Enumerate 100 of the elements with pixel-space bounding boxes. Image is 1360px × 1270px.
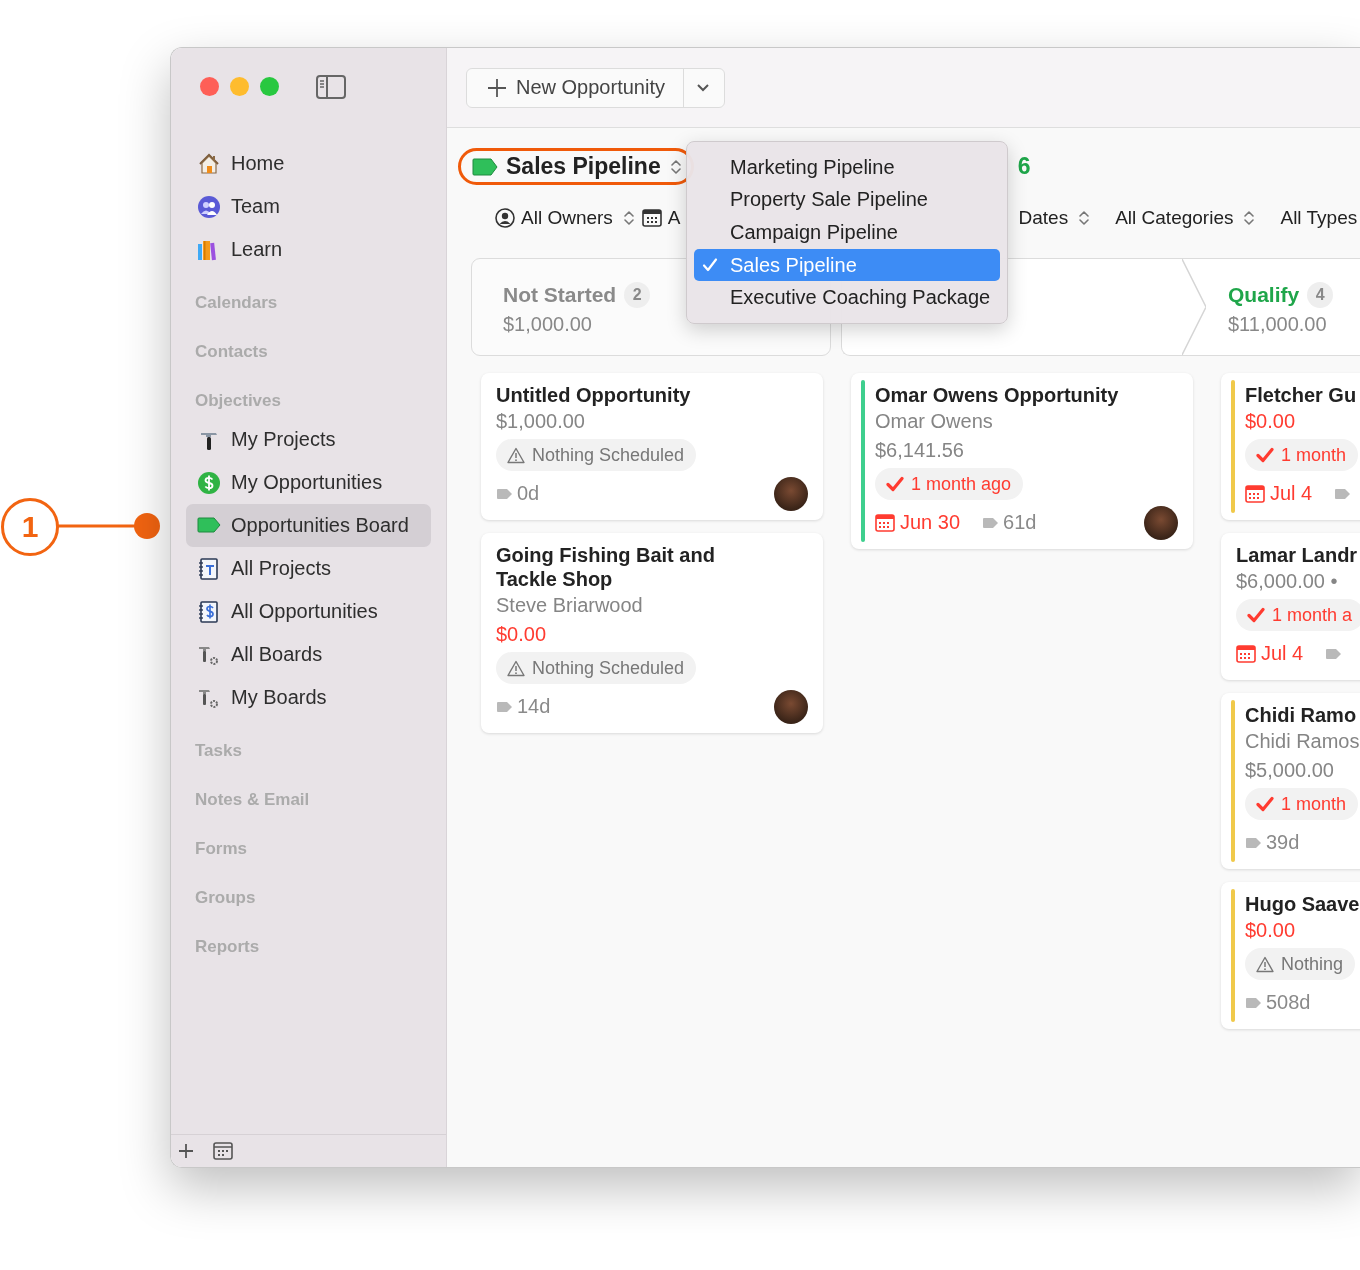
sidebar-item[interactable]: Learn xyxy=(186,228,431,271)
status-badge: 1 month a xyxy=(1236,599,1360,631)
tag-icon xyxy=(496,700,513,713)
sidebar-item[interactable]: Opportunities Board xyxy=(186,504,431,547)
warning-icon xyxy=(507,446,525,464)
age: 61d xyxy=(1003,511,1037,534)
filter-dropdown[interactable]: All Owners xyxy=(495,207,636,229)
notebook-icon xyxy=(197,599,221,624)
calendar-icon[interactable] xyxy=(213,1142,233,1160)
tag-icon xyxy=(982,516,1000,529)
sidebar-item[interactable]: All Boards xyxy=(186,633,431,676)
count-badge: 2 xyxy=(624,282,651,308)
warning-icon xyxy=(507,659,525,677)
filter-dropdown[interactable]: All Types xyxy=(1280,207,1358,229)
tag-icon xyxy=(496,487,513,500)
filter-dropdown[interactable]: A xyxy=(641,207,681,229)
section-header: Tasks xyxy=(195,741,242,761)
age: 39d xyxy=(1266,831,1300,854)
status-badge: 1 month xyxy=(1245,439,1359,471)
callout-number: 1 xyxy=(1,498,59,556)
tag-icon xyxy=(1245,996,1262,1009)
check-icon xyxy=(1247,607,1265,623)
chevron-down-icon[interactable] xyxy=(695,82,710,93)
opportunity-card[interactable]: Untitled Opportunity $1,000.00 Nothing Scheduled 0d xyxy=(481,373,823,520)
stage-total: $11,000.00 xyxy=(1228,312,1327,337)
tag-icon xyxy=(1334,487,1352,500)
opportunity-card[interactable]: Omar Owens Opportunity Omar Owens $6,141.56 1 month ago Jun 30 61d xyxy=(851,373,1193,549)
check-icon xyxy=(886,476,904,492)
menu-item[interactable]: Property Sale Pipeline xyxy=(694,183,1000,217)
due-date: Jul 4 xyxy=(1261,642,1304,665)
opportunity-card[interactable]: Lamar Landr $6,000.00 • 1 month a Jul 4 xyxy=(1221,533,1360,680)
sidebar-item[interactable]: My Projects xyxy=(186,418,431,461)
sidebar-item[interactable]: All Projects xyxy=(186,547,431,590)
calendar-icon xyxy=(1245,484,1265,503)
people-icon xyxy=(197,194,221,219)
tag-icon xyxy=(1325,647,1343,660)
filter-dropdown[interactable]: All Categories xyxy=(1115,207,1257,229)
amount: $0.00 xyxy=(1245,409,1296,434)
sidebar-toggle-icon[interactable] xyxy=(316,75,346,99)
calendar-icon xyxy=(641,209,662,227)
stage-name: Not Started xyxy=(503,283,617,307)
sidebar-item[interactable]: My Boards xyxy=(186,676,431,719)
chevron-updown-icon xyxy=(668,158,683,175)
status-badge: Nothing Scheduled xyxy=(496,652,697,684)
age: 14d xyxy=(517,695,551,718)
status-badge: Nothing xyxy=(1245,948,1356,980)
section-header: Contacts xyxy=(195,342,268,362)
notebook-icon xyxy=(197,556,221,581)
plus-icon xyxy=(487,77,507,98)
amount: $0.00 xyxy=(496,622,547,647)
card-title: Untitled Opportunity xyxy=(496,383,691,407)
card-title: Hugo Saave xyxy=(1245,892,1360,916)
sidebar-item[interactable]: All Opportunities xyxy=(186,590,431,633)
menu-item[interactable]: Campaign Pipeline xyxy=(694,216,1000,249)
calendar-icon xyxy=(875,513,895,532)
contact-name: Omar Owens xyxy=(875,409,993,434)
amount: $6,000.00 • xyxy=(1236,569,1338,594)
contact-name: Chidi Ramos xyxy=(1245,729,1360,754)
card-title: Chidi Ramo xyxy=(1245,703,1357,727)
card-title: Fletcher Gu xyxy=(1245,383,1357,407)
due-date: Jun 30 xyxy=(900,511,961,534)
person-icon xyxy=(495,208,515,228)
filter-dropdown[interactable]: Dates xyxy=(1018,207,1092,229)
card-title: Lamar Landr xyxy=(1236,543,1358,567)
sidebar-item[interactable]: Home xyxy=(186,142,431,185)
stage-total: $1,000.00 xyxy=(503,312,593,337)
section-header: Forms xyxy=(195,839,247,859)
amount: $5,000.00 xyxy=(1245,758,1334,783)
house-icon xyxy=(197,151,221,176)
card-title: Omar Owens Opportunity xyxy=(875,383,1119,407)
sidebar-item[interactable]: Team xyxy=(186,185,431,228)
tag-icon xyxy=(472,156,498,177)
checkmark-icon xyxy=(702,257,718,274)
amount: $6,141.56 xyxy=(875,438,964,463)
section-header: Notes & Email xyxy=(195,790,310,810)
contact-name: Steve Briarwood xyxy=(496,593,643,618)
age: 508d xyxy=(1266,991,1311,1014)
add-icon[interactable] xyxy=(177,1142,195,1160)
check-icon xyxy=(1256,447,1274,463)
due-date: Jul 4 xyxy=(1270,482,1313,505)
opportunity-card[interactable]: Going Fishing Bait and Tackle Shop Steve Briarwood $0.00 Nothing Scheduled 14d xyxy=(481,533,823,733)
close-button[interactable] xyxy=(200,77,219,96)
menu-item[interactable]: Executive Coaching Package xyxy=(694,281,1000,314)
check-icon xyxy=(1256,796,1274,812)
menu-item[interactable]: Marketing Pipeline xyxy=(694,151,1000,184)
status-badge: 1 month xyxy=(1245,788,1359,820)
tag-icon xyxy=(1245,836,1262,849)
section-header: Groups xyxy=(195,888,256,908)
sidebar-item[interactable]: My Opportunities xyxy=(186,461,431,504)
amount: $0.00 xyxy=(1245,918,1296,943)
stage-name: Qualify xyxy=(1228,283,1300,307)
warning-icon xyxy=(1256,955,1274,973)
section-header: Reports xyxy=(195,937,260,957)
opportunity-card[interactable]: Chidi Ramo Chidi Ramos $5,000.00 1 month 39d xyxy=(1221,693,1360,869)
opportunity-card[interactable]: Hugo Saave $0.00 Nothing 508d xyxy=(1221,882,1360,1029)
total-count: 6 xyxy=(1017,153,1031,180)
count-badge: 4 xyxy=(1307,282,1334,308)
opportunity-card[interactable]: Fletcher Gu $0.00 1 month Jul 4 xyxy=(1221,373,1360,520)
age: 0d xyxy=(517,482,540,505)
section-header: Objectives xyxy=(195,391,281,411)
